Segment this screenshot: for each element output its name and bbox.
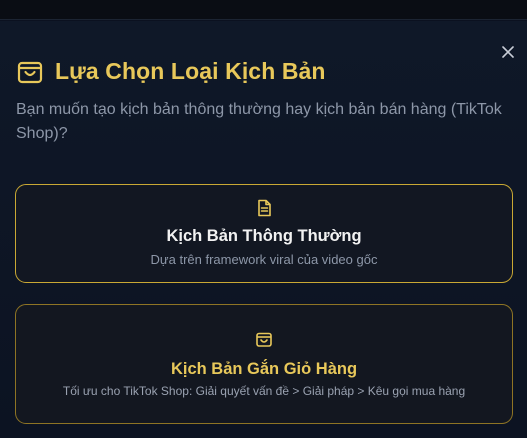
option-description: Tối ưu cho TikTok Shop: Giải quyết vấn đ… <box>62 384 466 398</box>
close-icon <box>502 46 514 58</box>
shopping-bag-icon <box>17 61 43 84</box>
option-cart-script[interactable]: Kịch Bản Gắn Giỏ Hàng Tối ưu cho TikTok … <box>15 304 513 424</box>
option-normal-script[interactable]: Kịch Bản Thông Thường Dựa trên framework… <box>15 184 513 283</box>
option-title: Kịch Bản Gắn Giỏ Hàng <box>170 360 358 378</box>
option-description: Dựa trên framework viral của video gốc <box>150 252 378 267</box>
option-title: Kịch Bản Thông Thường <box>166 227 362 245</box>
script-type-dialog: Lựa Chọn Loại Kịch Bản Bạn muốn tạo kịch… <box>0 21 527 438</box>
top-bar <box>0 0 527 20</box>
dialog-subtitle: Bạn muốn tạo kịch bản thông thường hay k… <box>16 101 502 142</box>
close-button[interactable] <box>497 41 519 63</box>
dialog-header: Lựa Chọn Loại Kịch Bản <box>16 57 326 85</box>
dialog-title: Lựa Chọn Loại Kịch Bản <box>55 57 326 84</box>
document-icon <box>258 199 271 217</box>
shopping-bag-icon <box>256 332 272 347</box>
